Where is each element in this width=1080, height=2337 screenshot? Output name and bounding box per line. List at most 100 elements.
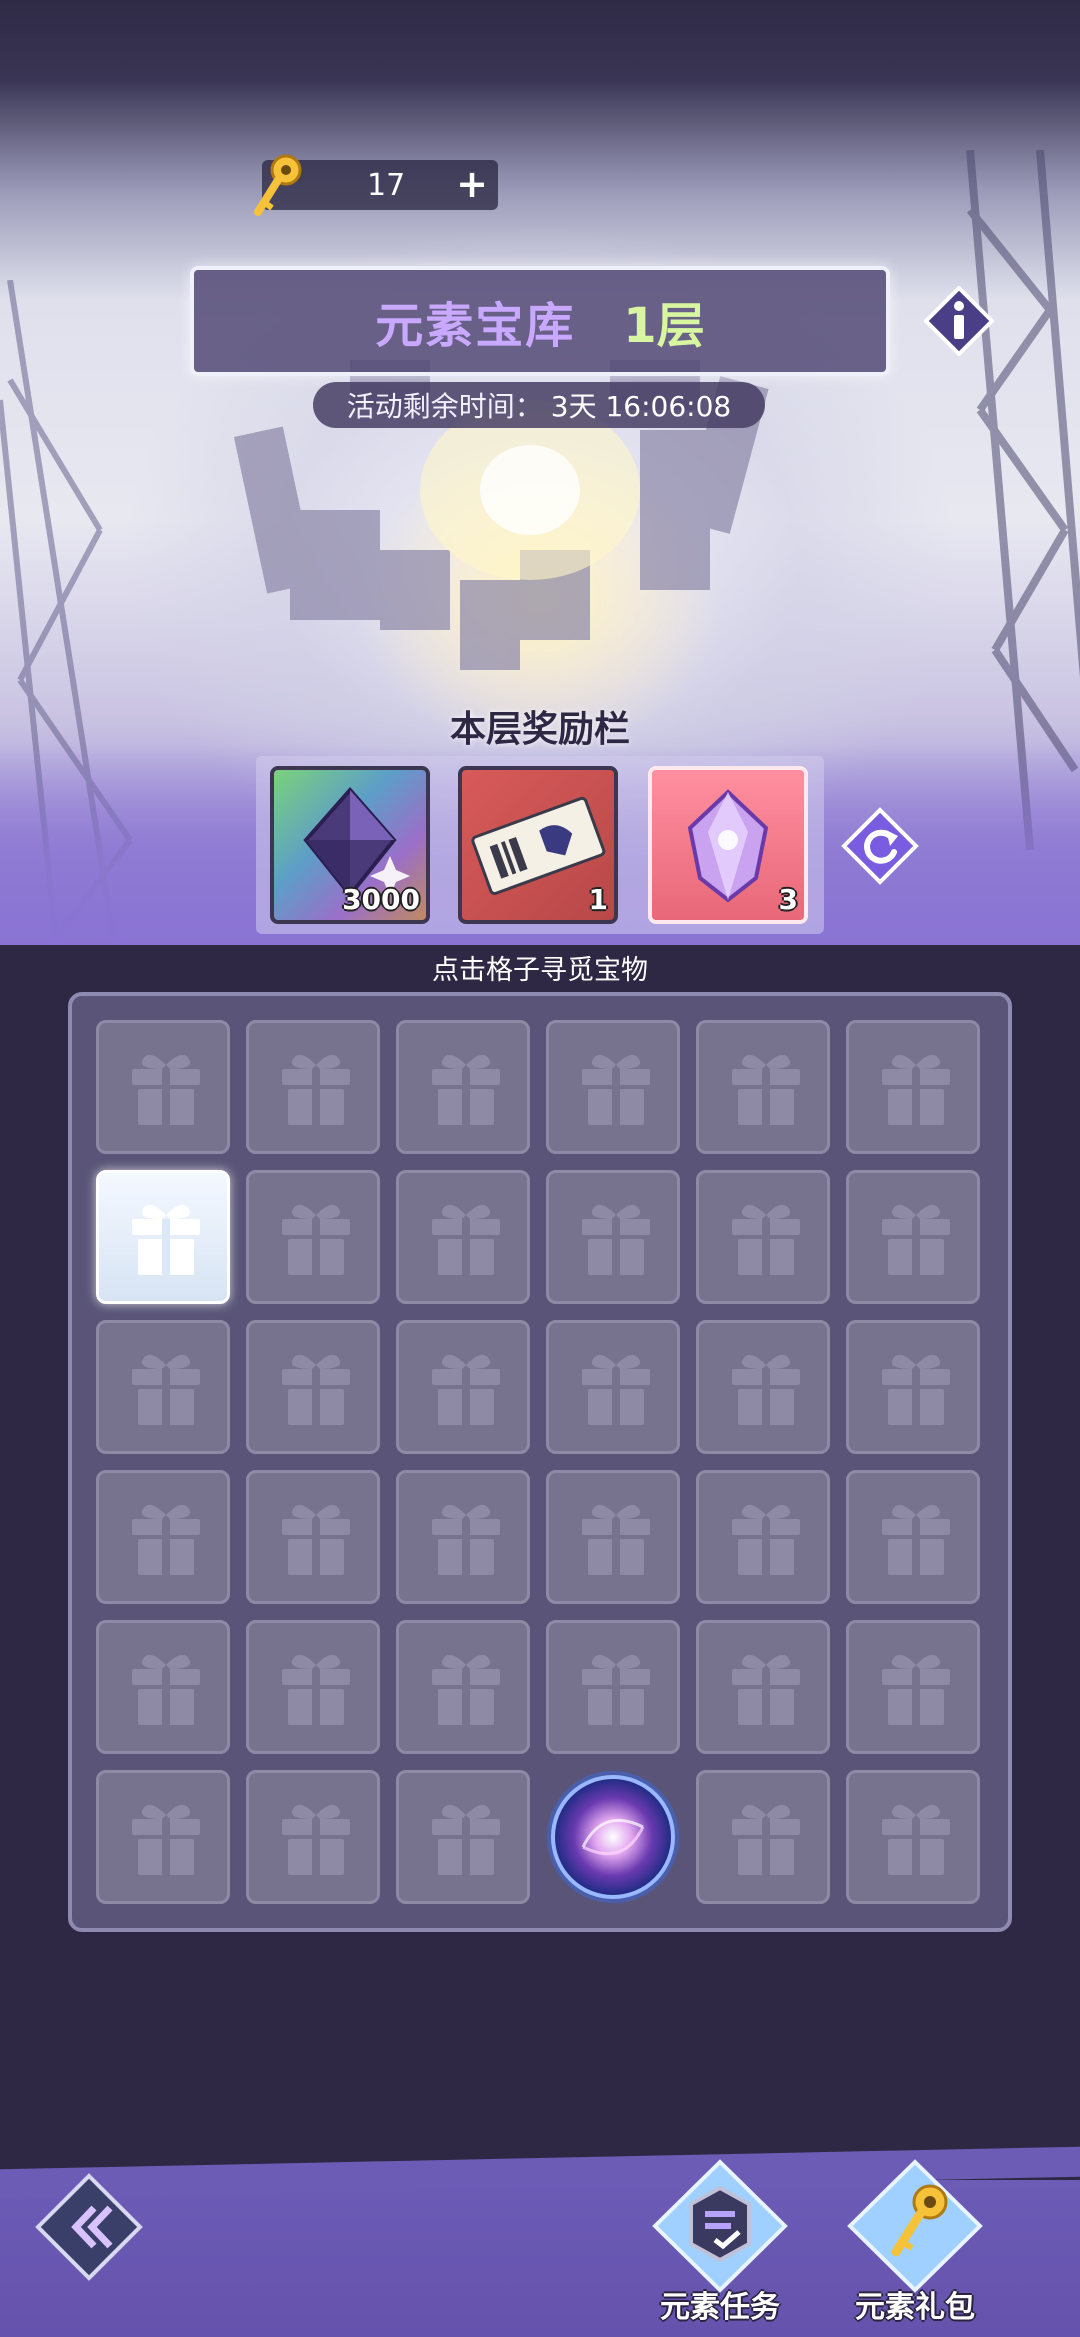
gift-icon [432,1804,500,1875]
vault-title: 元素宝库 [375,298,576,354]
grid-cell[interactable] [396,1320,530,1454]
gift-icon [432,1204,500,1275]
timer-label: 活动剩余时间： [346,390,543,423]
grid-cell[interactable] [96,1320,230,1454]
gift-icon [732,1654,800,1725]
grid-cell[interactable] [546,1020,680,1154]
grid-cell[interactable] [96,1620,230,1754]
reward-item-ticket[interactable]: 1 [458,766,618,924]
grid-cell[interactable] [396,1470,530,1604]
grid-cell-opened[interactable] [96,1170,230,1304]
grid-cell[interactable] [96,1020,230,1154]
grid-cell[interactable] [246,1470,380,1604]
gift-icon [282,1504,350,1575]
grid-cell[interactable] [396,1170,530,1304]
gift-icon [882,1804,950,1875]
grid-cell[interactable] [246,1620,380,1754]
gift-icon [732,1054,800,1125]
grid-cell[interactable] [696,1020,830,1154]
gift-icon [732,1204,800,1275]
grid-cell[interactable] [396,1770,530,1904]
gift-icon [882,1354,950,1425]
element-gift-label: 元素礼包 [855,2290,975,2325]
reward-bar-title: 本层奖励栏 [449,709,630,750]
board-hint: 点击格子寻觅宝物 [432,955,648,986]
add-keys-button[interactable]: + [456,164,488,204]
grid-cell[interactable] [546,1620,680,1754]
gift-icon [132,1204,200,1275]
gift-icon [432,1654,500,1725]
event-timer: 活动剩余时间： 3天 16:06:08 [313,382,765,428]
grid-cell[interactable] [846,1770,980,1904]
portal-cell[interactable] [546,1770,680,1904]
grid-cell[interactable] [846,1170,980,1304]
grid-cell[interactable] [696,1620,830,1754]
grid-cell[interactable] [696,1320,830,1454]
reward-bar: 3000 1 3 [256,756,824,934]
gift-icon [282,1054,350,1125]
grid-cell[interactable] [96,1770,230,1904]
grid-cell[interactable] [846,1320,980,1454]
gift-icon [282,1804,350,1875]
gift-icon [582,1654,650,1725]
gift-icon [282,1354,350,1425]
treasure-board [68,992,1012,1932]
reward-item-crystal[interactable]: 3 [648,766,808,924]
gift-icon [432,1504,500,1575]
floor-level: 1层 [623,298,705,354]
info-icon[interactable] [924,286,994,356]
grid-cell[interactable] [246,1320,380,1454]
grid-cell[interactable] [246,1020,380,1154]
key-gift-icon [847,2159,983,2293]
gift-icon [582,1204,650,1275]
gift-icon [582,1054,650,1125]
timer-value: 3天 16:06:08 [550,390,732,423]
gift-icon [882,1504,950,1575]
grid-cell[interactable] [846,1620,980,1754]
grid-cell[interactable] [546,1470,680,1604]
key-count: 17 [367,168,406,203]
grid-cell[interactable] [96,1470,230,1604]
gift-icon [582,1504,650,1575]
grid-cell[interactable] [846,1470,980,1604]
task-icon [652,2159,788,2293]
gift-icon [432,1054,500,1125]
gift-icon [132,1354,200,1425]
gift-icon [882,1054,950,1125]
gift-icon [732,1354,800,1425]
gift-icon [132,1054,200,1125]
grid-cell[interactable] [246,1770,380,1904]
gift-icon [282,1204,350,1275]
gift-icon [132,1654,200,1725]
element-gift-button[interactable]: 元素礼包 [840,2156,990,2326]
grid-cell[interactable] [546,1170,680,1304]
gift-icon [132,1804,200,1875]
vault-title-banner: 元素宝库 1层 [190,266,890,376]
element-task-label: 元素任务 [660,2290,780,2325]
element-task-button[interactable]: 元素任务 [645,2156,795,2326]
grid-cell[interactable] [396,1620,530,1754]
reward-item-diamond[interactable]: 3000 [270,766,430,924]
key-icon [254,154,302,216]
grid-cell[interactable] [696,1470,830,1604]
back-icon[interactable] [34,2172,144,2282]
grid-cell[interactable] [846,1020,980,1154]
reward-qty: 3000 [342,883,420,916]
grid-cell[interactable] [696,1770,830,1904]
gift-icon [732,1804,800,1875]
refresh-icon[interactable] [840,806,920,886]
grid-cell[interactable] [696,1170,830,1304]
reward-qty: 3 [778,883,798,916]
grid-cell[interactable] [396,1020,530,1154]
galaxy-portal-icon [547,1771,679,1903]
grid-cell[interactable] [546,1320,680,1454]
gift-icon [282,1654,350,1725]
grid-cell[interactable] [246,1170,380,1304]
gift-icon [132,1504,200,1575]
gift-icon [882,1204,950,1275]
reward-qty: 1 [588,883,608,916]
gift-icon [732,1504,800,1575]
gift-icon [882,1654,950,1725]
gift-icon [432,1354,500,1425]
gift-icon [582,1354,650,1425]
